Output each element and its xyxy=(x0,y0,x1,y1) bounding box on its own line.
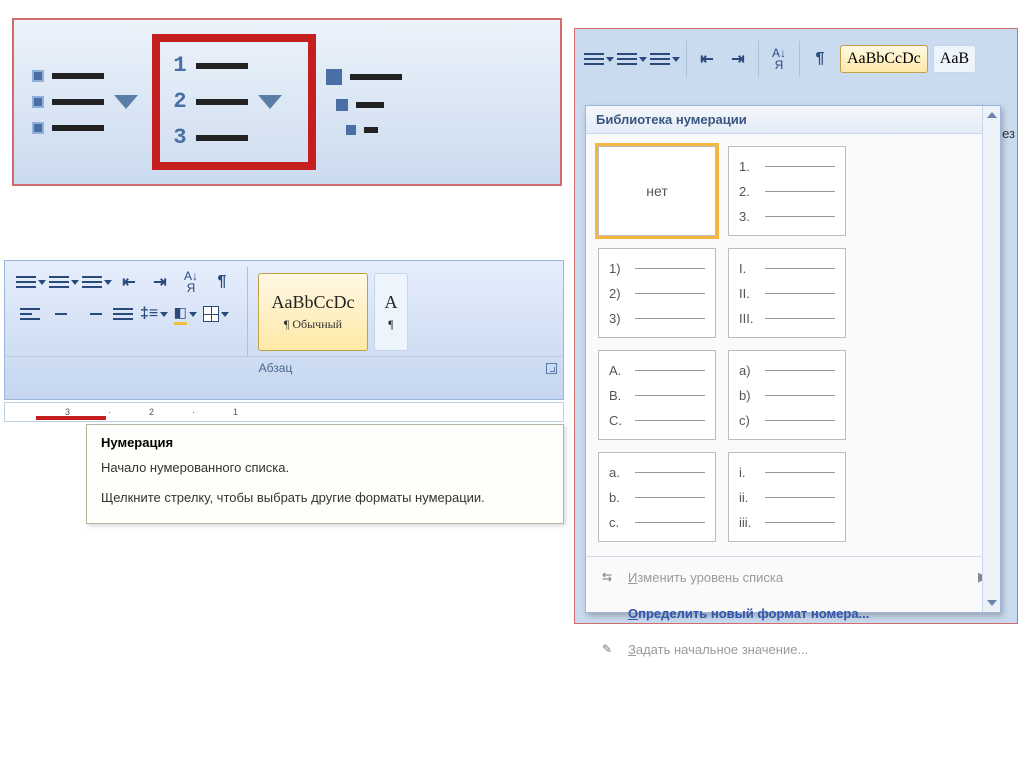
indent-icon: ⇆ xyxy=(598,568,616,586)
tooltip-numbering: Нумерация Начало нумерованного списка. Щ… xyxy=(86,424,564,524)
bullets-button-large[interactable] xyxy=(32,52,152,152)
tooltip-title: Нумерация xyxy=(101,435,549,450)
justify-button[interactable] xyxy=(108,299,138,329)
indent-decrease-button[interactable]: ⇤ xyxy=(114,267,144,297)
gallery-option-roman-upper[interactable]: I. II. III. xyxy=(728,248,846,338)
align-center-button[interactable] xyxy=(46,299,76,329)
digit-3: 3 xyxy=(172,127,188,149)
cmd-change-level: ⇆ Изменить уровень списка ▶ xyxy=(586,559,1000,595)
paragraph-ribbon-group: ⇤ ⇥ А↓Я ¶ ‡≡ ◧ AaBbCcDc ¶ Обычный A xyxy=(4,260,564,400)
gallery-option-abc-paren[interactable]: a) b) c) xyxy=(728,350,846,440)
chevron-down-icon[interactable] xyxy=(258,95,282,109)
right-screenshot-panel: ⇤ ⇥ А↓Я ¶ AaBbCcDc AaB ез Библиотека нум… xyxy=(574,28,1018,624)
rp-paragraph-ribbon: ⇤ ⇥ А↓Я ¶ AaBbCcDc AaB xyxy=(575,29,1017,89)
style-next[interactable]: A ¶ xyxy=(374,273,408,351)
rp-bullets[interactable] xyxy=(583,44,615,74)
borders-button[interactable] xyxy=(201,299,231,329)
sort-button[interactable]: А↓Я xyxy=(176,267,206,297)
highlight-numbering-button: 1 2 3 xyxy=(152,34,316,170)
gallery-option-roman-lower[interactable]: i. ii. iii. xyxy=(728,452,846,542)
digit-1: 1 xyxy=(172,55,188,77)
numbering-button-large[interactable]: 1 2 3 xyxy=(172,52,296,152)
rp-style-cut[interactable]: AaB xyxy=(933,45,976,73)
rp-sort[interactable]: А↓Я xyxy=(764,44,794,74)
dialog-launcher-icon[interactable] xyxy=(546,363,557,374)
numbering-button[interactable] xyxy=(48,267,80,297)
gallery-scrollbar[interactable] xyxy=(982,106,1000,612)
bullets-button[interactable] xyxy=(15,267,47,297)
gallery-option-abc-lower[interactable]: a. b. c. xyxy=(598,452,716,542)
rp-pilcrow[interactable]: ¶ xyxy=(805,44,835,74)
gallery-option-123dot[interactable]: 1. 2. 3. xyxy=(728,146,846,236)
chevron-down-icon[interactable] xyxy=(114,95,138,109)
gallery-header: Библиотека нумерации xyxy=(586,106,1000,134)
gallery-option-abc-upper[interactable]: A. B. C. xyxy=(598,350,716,440)
cut-text-fragment: ез xyxy=(1002,126,1015,141)
zoomed-list-buttons-panel: 1 2 3 xyxy=(12,18,562,186)
rp-multilevel[interactable] xyxy=(649,44,681,74)
edit-icon: ✎ xyxy=(598,640,616,658)
group-label-paragraph: Абзац xyxy=(5,356,563,379)
gallery-option-123paren[interactable]: 1) 2) 3) xyxy=(598,248,716,338)
align-right-button[interactable] xyxy=(77,299,107,329)
digit-2: 2 xyxy=(172,91,188,113)
rp-indent-dec[interactable]: ⇤ xyxy=(692,44,722,74)
cmd-set-start: ✎ Задать начальное значение... xyxy=(586,631,1000,667)
multilevel-button-large[interactable] xyxy=(326,52,402,152)
cmd-define-format[interactable]: Определить новый формат номера... xyxy=(586,595,1000,631)
red-underline-marker xyxy=(36,416,106,420)
numbering-gallery: Библиотека нумерации нет 1. 2. 3. 1) 2) … xyxy=(585,105,1001,613)
tooltip-line1: Начало нумерованного списка. xyxy=(101,458,549,478)
line-spacing-button[interactable]: ‡≡ xyxy=(139,299,169,329)
tooltip-line2: Щелкните стрелку, чтобы выбрать другие ф… xyxy=(101,488,549,508)
styles-group: AaBbCcDc ¶ Обычный A ¶ xyxy=(248,267,408,356)
rp-style-normal[interactable]: AaBbCcDc xyxy=(840,45,928,73)
align-left-button[interactable] xyxy=(15,299,45,329)
gallery-option-none[interactable]: нет xyxy=(598,146,716,236)
rp-numbering[interactable] xyxy=(616,44,648,74)
indent-increase-button[interactable]: ⇥ xyxy=(145,267,175,297)
shading-button[interactable]: ◧ xyxy=(170,299,200,329)
style-normal[interactable]: AaBbCcDc ¶ Обычный xyxy=(258,273,368,351)
show-marks-button[interactable]: ¶ xyxy=(207,267,237,297)
rp-indent-inc[interactable]: ⇥ xyxy=(723,44,753,74)
multilevel-button[interactable] xyxy=(81,267,113,297)
